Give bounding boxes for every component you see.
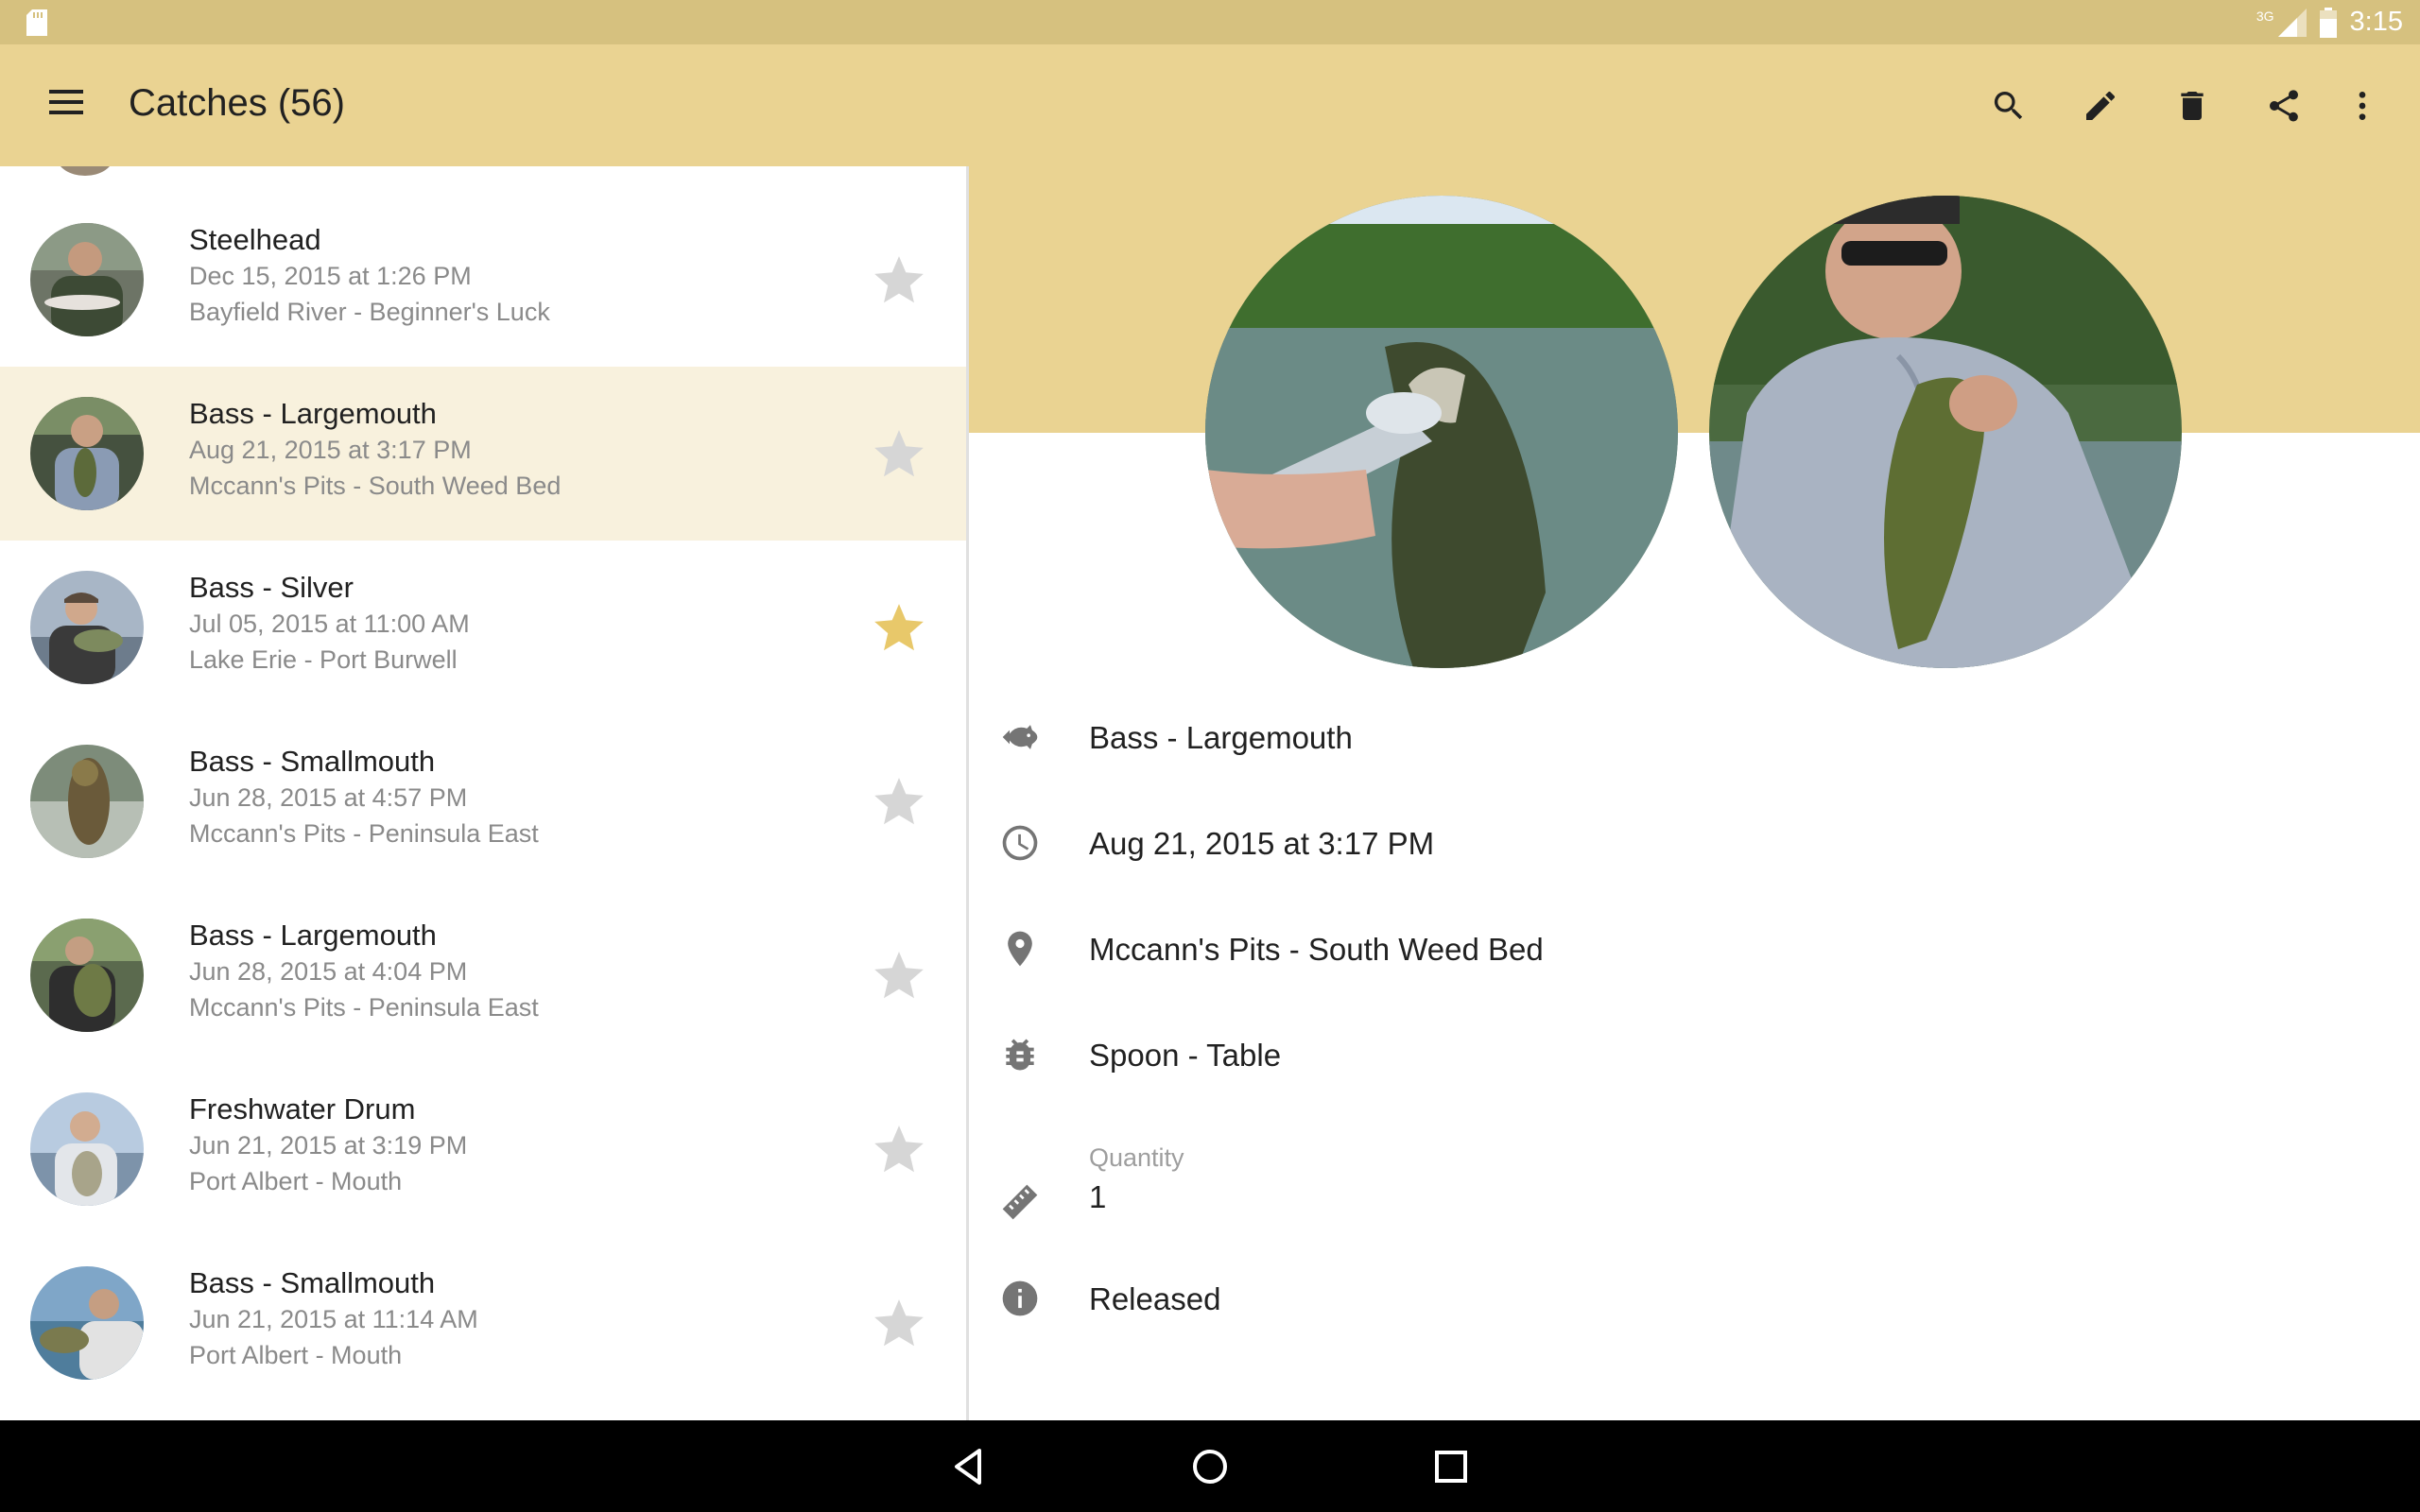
catch-species: Bass - Largemouth (189, 919, 437, 952)
catch-location: Bayfield River - Beginner's Luck (189, 298, 550, 326)
avatar (30, 1092, 144, 1206)
ruler-icon (1002, 1184, 1038, 1220)
star-icon[interactable] (870, 251, 928, 310)
delete-icon (2181, 92, 2204, 120)
search-button[interactable] (1987, 84, 2031, 128)
menu-icon[interactable] (47, 88, 85, 116)
star-icon[interactable] (870, 425, 928, 484)
clock: 3:15 (2349, 7, 2403, 37)
catch-species: Bass - Largemouth (189, 397, 437, 430)
avatar (30, 745, 144, 858)
catch-date: Aug 21, 2015 at 3:17 PM (189, 436, 472, 464)
recents-icon[interactable] (1427, 1443, 1475, 1490)
catch-date: Jun 21, 2015 at 3:19 PM (189, 1131, 468, 1160)
location-row[interactable]: Mccann's Pits - South Weed Bed (969, 911, 2420, 987)
quantity-row[interactable]: Quantity 1 (969, 1143, 2420, 1247)
date-value: Aug 21, 2015 at 3:17 PM (1089, 826, 1435, 861)
delete-button[interactable] (2170, 84, 2214, 128)
back-icon[interactable] (945, 1443, 993, 1490)
quantity-label: Quantity (1089, 1143, 1184, 1172)
catch-row[interactable]: Freshwater Drum Jun 21, 2015 at 3:19 PM … (0, 1062, 966, 1236)
share-icon (2269, 90, 2298, 122)
bug-icon (1006, 1039, 1034, 1071)
star-icon[interactable] (870, 599, 928, 658)
quantity-value: 1 (1089, 1179, 1107, 1214)
date-row[interactable]: Aug 21, 2015 at 3:17 PM (969, 805, 2420, 881)
more-button[interactable] (2341, 84, 2384, 128)
partial-avatar (57, 166, 113, 176)
catch-row[interactable]: Bass - Silver Jul 05, 2015 at 11:00 AM L… (0, 541, 966, 714)
avatar (30, 397, 144, 510)
catch-row[interactable]: Bass - Largemouth Jun 28, 2015 at 4:04 P… (0, 888, 966, 1062)
catch-date: Jul 05, 2015 at 11:00 AM (189, 610, 470, 638)
navigation-bar (0, 1420, 2420, 1512)
avatar (30, 571, 144, 684)
star-icon[interactable] (870, 1295, 928, 1353)
info-icon (1002, 1280, 1038, 1316)
catch-species: Bass - Smallmouth (189, 745, 436, 778)
catch-species: Freshwater Drum (189, 1092, 416, 1125)
catch-date: Dec 15, 2015 at 1:26 PM (189, 262, 472, 290)
signal-icon (2277, 8, 2307, 37)
location-pin-icon (1008, 931, 1032, 967)
star-icon[interactable] (870, 947, 928, 1005)
catch-location: Port Albert - Mouth (189, 1341, 403, 1369)
network-type: 3G (2256, 8, 2274, 24)
release-value: Released (1089, 1281, 1221, 1316)
catch-date: Jun 21, 2015 at 11:14 AM (189, 1305, 478, 1333)
catch-species: Steelhead (189, 223, 321, 256)
catch-row[interactable]: Bass - Smallmouth Jun 28, 2015 at 4:57 P… (0, 714, 966, 888)
catch-photo[interactable] (1205, 196, 1678, 668)
release-row[interactable]: Released (969, 1261, 2420, 1336)
edit-icon (2086, 91, 2115, 120)
avatar (30, 919, 144, 1032)
catch-date: Jun 28, 2015 at 4:57 PM (189, 783, 468, 812)
catch-list[interactable]: Steelhead Dec 15, 2015 at 1:26 PM Bayfie… (0, 166, 966, 1420)
catch-row[interactable]: Bass - Smallmouth Jun 21, 2015 at 11:14 … (0, 1236, 966, 1410)
catch-location: Lake Erie - Port Burwell (189, 645, 458, 674)
edit-button[interactable] (2079, 84, 2122, 128)
catch-row[interactable]: Steelhead Dec 15, 2015 at 1:26 PM Bayfie… (0, 193, 966, 367)
catch-species: Bass - Smallmouth (189, 1266, 436, 1299)
catch-location: Mccann's Pits - Peninsula East (189, 993, 539, 1022)
header-band (969, 166, 2420, 433)
battery-icon (2319, 7, 2337, 38)
search-icon (1994, 92, 2023, 120)
bait-value: Spoon - Table (1089, 1038, 1282, 1073)
bait-row[interactable]: Spoon - Table (969, 1017, 2420, 1092)
catch-date: Jun 28, 2015 at 4:04 PM (189, 957, 468, 986)
fish-icon (1002, 725, 1038, 749)
catch-location: Mccann's Pits - Peninsula East (189, 819, 539, 848)
page-title: Catches (56) (129, 82, 345, 124)
location-value: Mccann's Pits - South Weed Bed (1089, 932, 1544, 967)
avatar (30, 1266, 144, 1380)
catch-row-selected[interactable]: Bass - Largemouth Aug 21, 2015 at 3:17 P… (0, 367, 966, 541)
sd-card-icon (26, 9, 47, 36)
catch-species: Bass - Silver (189, 571, 354, 604)
share-button[interactable] (2262, 84, 2306, 128)
status-bar: 3G 3:15 (0, 0, 2420, 44)
catch-detail: Bass - Largemouth Aug 21, 2015 at 3:17 P… (969, 166, 2420, 1420)
star-icon[interactable] (870, 1121, 928, 1179)
catch-location: Mccann's Pits - South Weed Bed (189, 472, 562, 500)
catch-location: Port Albert - Mouth (189, 1167, 403, 1195)
clock-icon (1002, 825, 1038, 861)
catch-photo[interactable] (1709, 196, 2182, 668)
more-vert-icon (2359, 92, 2366, 120)
app-bar: Catches (56) (0, 44, 2420, 166)
avatar (30, 223, 144, 336)
home-icon[interactable] (1186, 1443, 1234, 1490)
species-value: Bass - Largemouth (1089, 720, 1353, 755)
species-row[interactable]: Bass - Largemouth (969, 699, 2420, 775)
star-icon[interactable] (870, 773, 928, 832)
